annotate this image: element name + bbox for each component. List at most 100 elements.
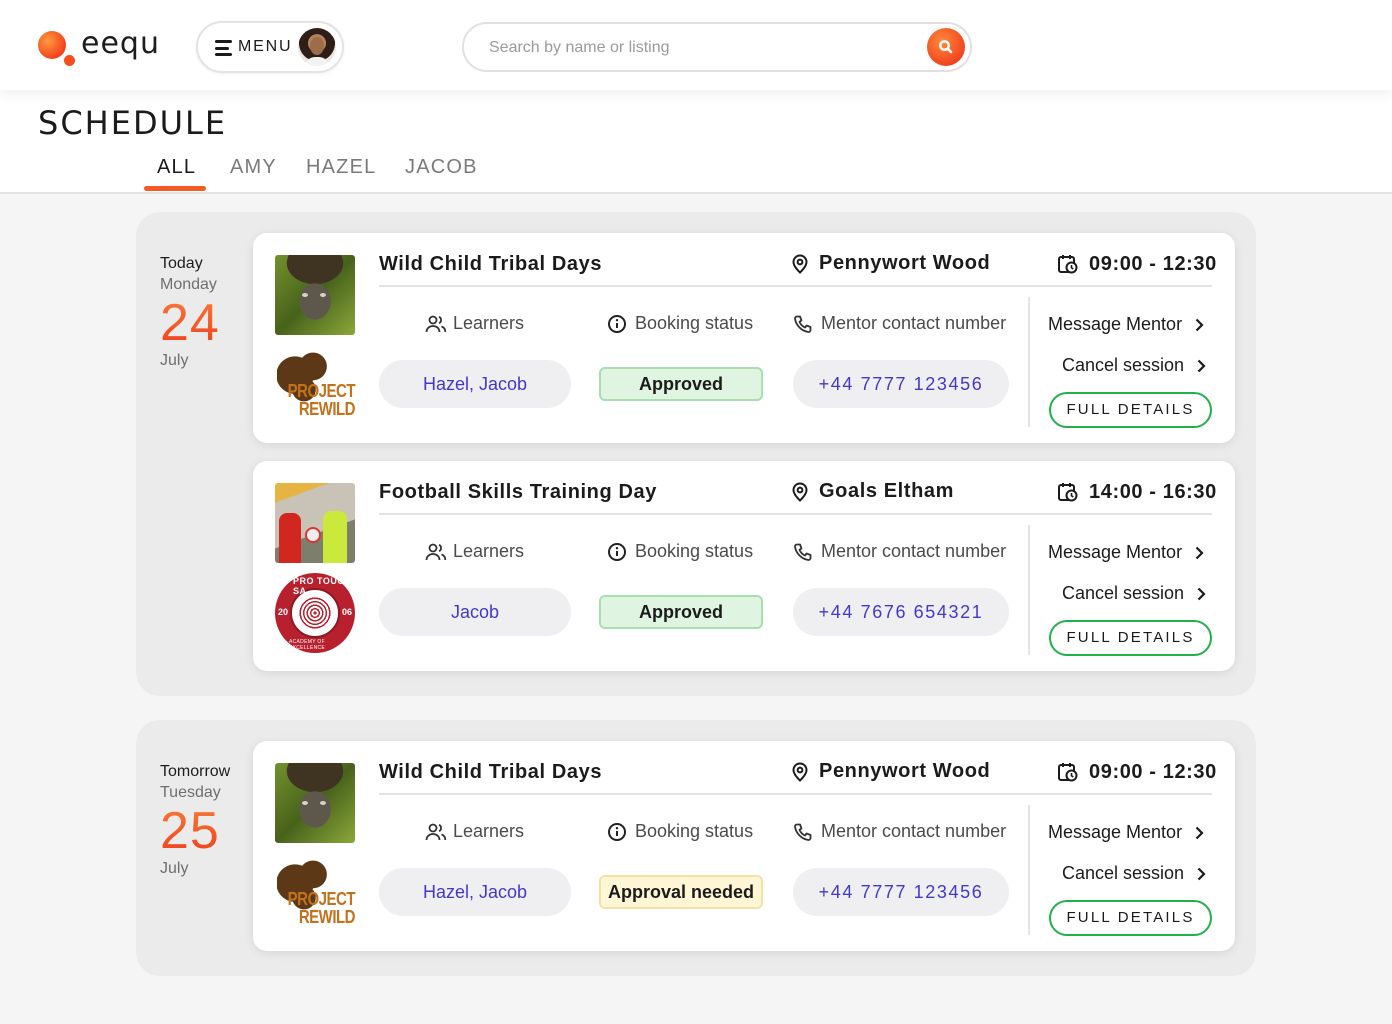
tab-hazel[interactable]: HAZEL bbox=[306, 156, 376, 179]
learners-heading: Learners bbox=[425, 541, 524, 562]
day-label: Tomorrow Tuesday 25 July bbox=[160, 763, 230, 878]
tab-jacob[interactable]: JACOB bbox=[405, 156, 478, 179]
day-relative: Tomorrow bbox=[160, 763, 231, 780]
day-month: July bbox=[160, 860, 189, 877]
mentor-phone-link[interactable]: +44 7777 123456 bbox=[793, 360, 1009, 408]
status-badge: Approved bbox=[599, 367, 763, 401]
session-title[interactable]: Wild Child Tribal Days bbox=[379, 253, 602, 276]
cancel-session-link[interactable]: Cancel session bbox=[1062, 863, 1206, 884]
eequ-logo[interactable]: eequ bbox=[36, 26, 166, 68]
booking-status-heading: Booking status bbox=[607, 313, 753, 334]
card-vertical-divider bbox=[1028, 525, 1030, 655]
card-vertical-divider bbox=[1028, 805, 1030, 935]
chevron-right-icon bbox=[1195, 546, 1204, 560]
search-button[interactable] bbox=[927, 28, 965, 66]
mentor-contact-heading: Mentor contact number bbox=[793, 313, 1006, 334]
hamburger-icon bbox=[215, 40, 232, 56]
learners-value[interactable]: Jacob bbox=[379, 588, 571, 636]
calendar-clock-icon bbox=[1058, 255, 1078, 274]
org-logo-text: 06 bbox=[341, 607, 352, 617]
session-card: PROJECT REWILD Wild Child Tribal Days Pe… bbox=[253, 233, 1235, 443]
users-icon bbox=[425, 543, 447, 561]
project-rewild-logo: PROJECT REWILD bbox=[275, 855, 356, 929]
org-logo-text: 20 bbox=[278, 607, 289, 617]
learners-value[interactable]: Hazel, Jacob bbox=[379, 868, 571, 916]
logo-text: eequ bbox=[81, 26, 160, 61]
session-location: Pennywort Wood bbox=[791, 252, 990, 275]
search-input[interactable]: Search by name or listing bbox=[489, 39, 670, 57]
search-icon bbox=[939, 40, 953, 54]
learners-heading: Learners bbox=[425, 821, 524, 842]
active-tab-indicator bbox=[144, 186, 206, 191]
session-location: Goals Eltham bbox=[791, 480, 954, 503]
learners-heading: Learners bbox=[425, 313, 524, 334]
project-rewild-logo: PROJECT REWILD bbox=[275, 347, 356, 421]
day-weekday: Monday bbox=[160, 276, 217, 293]
status-badge: Approval needed bbox=[599, 875, 763, 909]
day-label: Today Monday 24 July bbox=[160, 255, 220, 370]
menu-label: MENU bbox=[238, 38, 293, 55]
session-card: PRO TOUCH SA 20 06 ACADEMY OF EXCELLENCE… bbox=[253, 461, 1235, 671]
chevron-right-icon bbox=[1195, 826, 1204, 840]
session-time: 14:00 - 16:30 bbox=[1057, 481, 1217, 504]
avatar[interactable] bbox=[298, 28, 336, 66]
mentor-contact-heading: Mentor contact number bbox=[793, 541, 1006, 562]
day-relative: Today bbox=[160, 255, 203, 272]
tab-amy[interactable]: AMY bbox=[230, 156, 277, 179]
day-month: July bbox=[160, 352, 189, 369]
message-mentor-link[interactable]: Message Mentor bbox=[1048, 542, 1204, 563]
card-vertical-divider bbox=[1028, 297, 1030, 427]
location-pin-icon bbox=[792, 482, 808, 502]
session-location: Pennywort Wood bbox=[791, 760, 990, 783]
day-weekday: Tuesday bbox=[160, 784, 221, 801]
org-logo-text: ACADEMY OF EXCELLENCE bbox=[289, 639, 326, 651]
tab-all[interactable]: ALL bbox=[157, 156, 196, 179]
phone-icon bbox=[794, 543, 812, 561]
cancel-session-link[interactable]: Cancel session bbox=[1062, 583, 1206, 604]
search-bar[interactable]: Search by name or listing bbox=[462, 22, 972, 72]
org-logo-text: REWILD bbox=[298, 907, 356, 928]
day-number: 25 bbox=[160, 804, 230, 858]
chevron-right-icon bbox=[1195, 318, 1204, 332]
org-logo-text: PRO TOUCH SA bbox=[293, 576, 352, 596]
mentor-phone-link[interactable]: +44 7777 123456 bbox=[793, 868, 1009, 916]
learners-value[interactable]: Hazel, Jacob bbox=[379, 360, 571, 408]
chevron-right-icon bbox=[1197, 587, 1206, 601]
session-photo bbox=[275, 255, 355, 335]
top-bar: eequ MENU Search by name or listing bbox=[0, 0, 1392, 90]
location-pin-icon bbox=[792, 762, 808, 782]
day-number: 24 bbox=[160, 294, 220, 352]
session-photo bbox=[275, 483, 355, 563]
tabs-divider bbox=[0, 192, 1392, 194]
info-icon bbox=[608, 543, 626, 561]
info-icon bbox=[608, 315, 626, 333]
full-details-button[interactable]: FULL DETAILS bbox=[1049, 900, 1212, 936]
mentor-phone-link[interactable]: +44 7676 654321 bbox=[793, 588, 1009, 636]
phone-icon bbox=[794, 823, 812, 841]
card-divider bbox=[379, 793, 1212, 795]
logo-small-dot-icon bbox=[64, 55, 75, 66]
session-card: PROJECT REWILD Wild Child Tribal Days Pe… bbox=[253, 741, 1235, 951]
session-time: 09:00 - 12:30 bbox=[1057, 253, 1217, 276]
status-badge: Approved bbox=[599, 595, 763, 629]
full-details-button[interactable]: FULL DETAILS bbox=[1049, 392, 1212, 428]
day-group-tomorrow: Tomorrow Tuesday 25 July PROJECT REWILD … bbox=[136, 720, 1256, 976]
message-mentor-link[interactable]: Message Mentor bbox=[1048, 822, 1204, 843]
cancel-session-link[interactable]: Cancel session bbox=[1062, 355, 1206, 376]
menu-button[interactable]: MENU bbox=[196, 21, 344, 73]
booking-status-heading: Booking status bbox=[607, 541, 753, 562]
session-title[interactable]: Wild Child Tribal Days bbox=[379, 761, 602, 784]
phone-icon bbox=[794, 315, 812, 333]
calendar-clock-icon bbox=[1058, 483, 1078, 502]
session-title[interactable]: Football Skills Training Day bbox=[379, 481, 657, 504]
session-time: 09:00 - 12:30 bbox=[1057, 761, 1217, 784]
mentor-contact-heading: Mentor contact number bbox=[793, 821, 1006, 842]
page-title: SCHEDULE bbox=[38, 104, 228, 142]
info-icon bbox=[608, 823, 626, 841]
message-mentor-link[interactable]: Message Mentor bbox=[1048, 314, 1204, 335]
users-icon bbox=[425, 823, 447, 841]
logo-dot-icon bbox=[38, 31, 66, 59]
booking-status-heading: Booking status bbox=[607, 821, 753, 842]
full-details-button[interactable]: FULL DETAILS bbox=[1049, 620, 1212, 656]
org-logo-text: REWILD bbox=[298, 399, 356, 420]
